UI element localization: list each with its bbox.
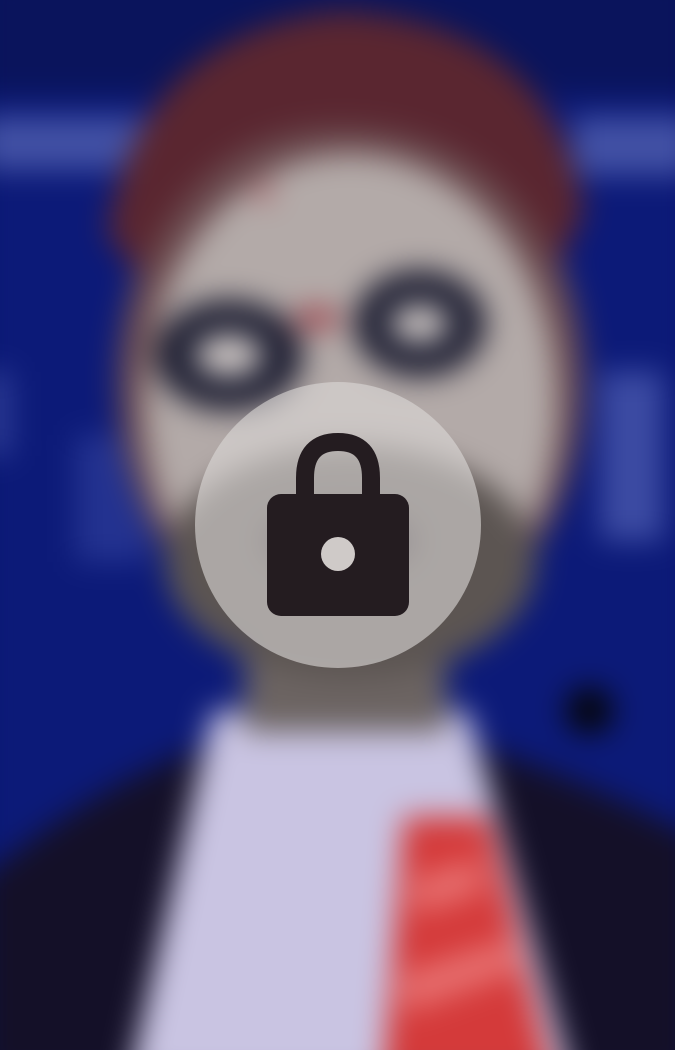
lock-icon <box>267 432 409 616</box>
unlock-button[interactable] <box>195 382 481 668</box>
locked-image-viewer <box>0 0 675 1050</box>
